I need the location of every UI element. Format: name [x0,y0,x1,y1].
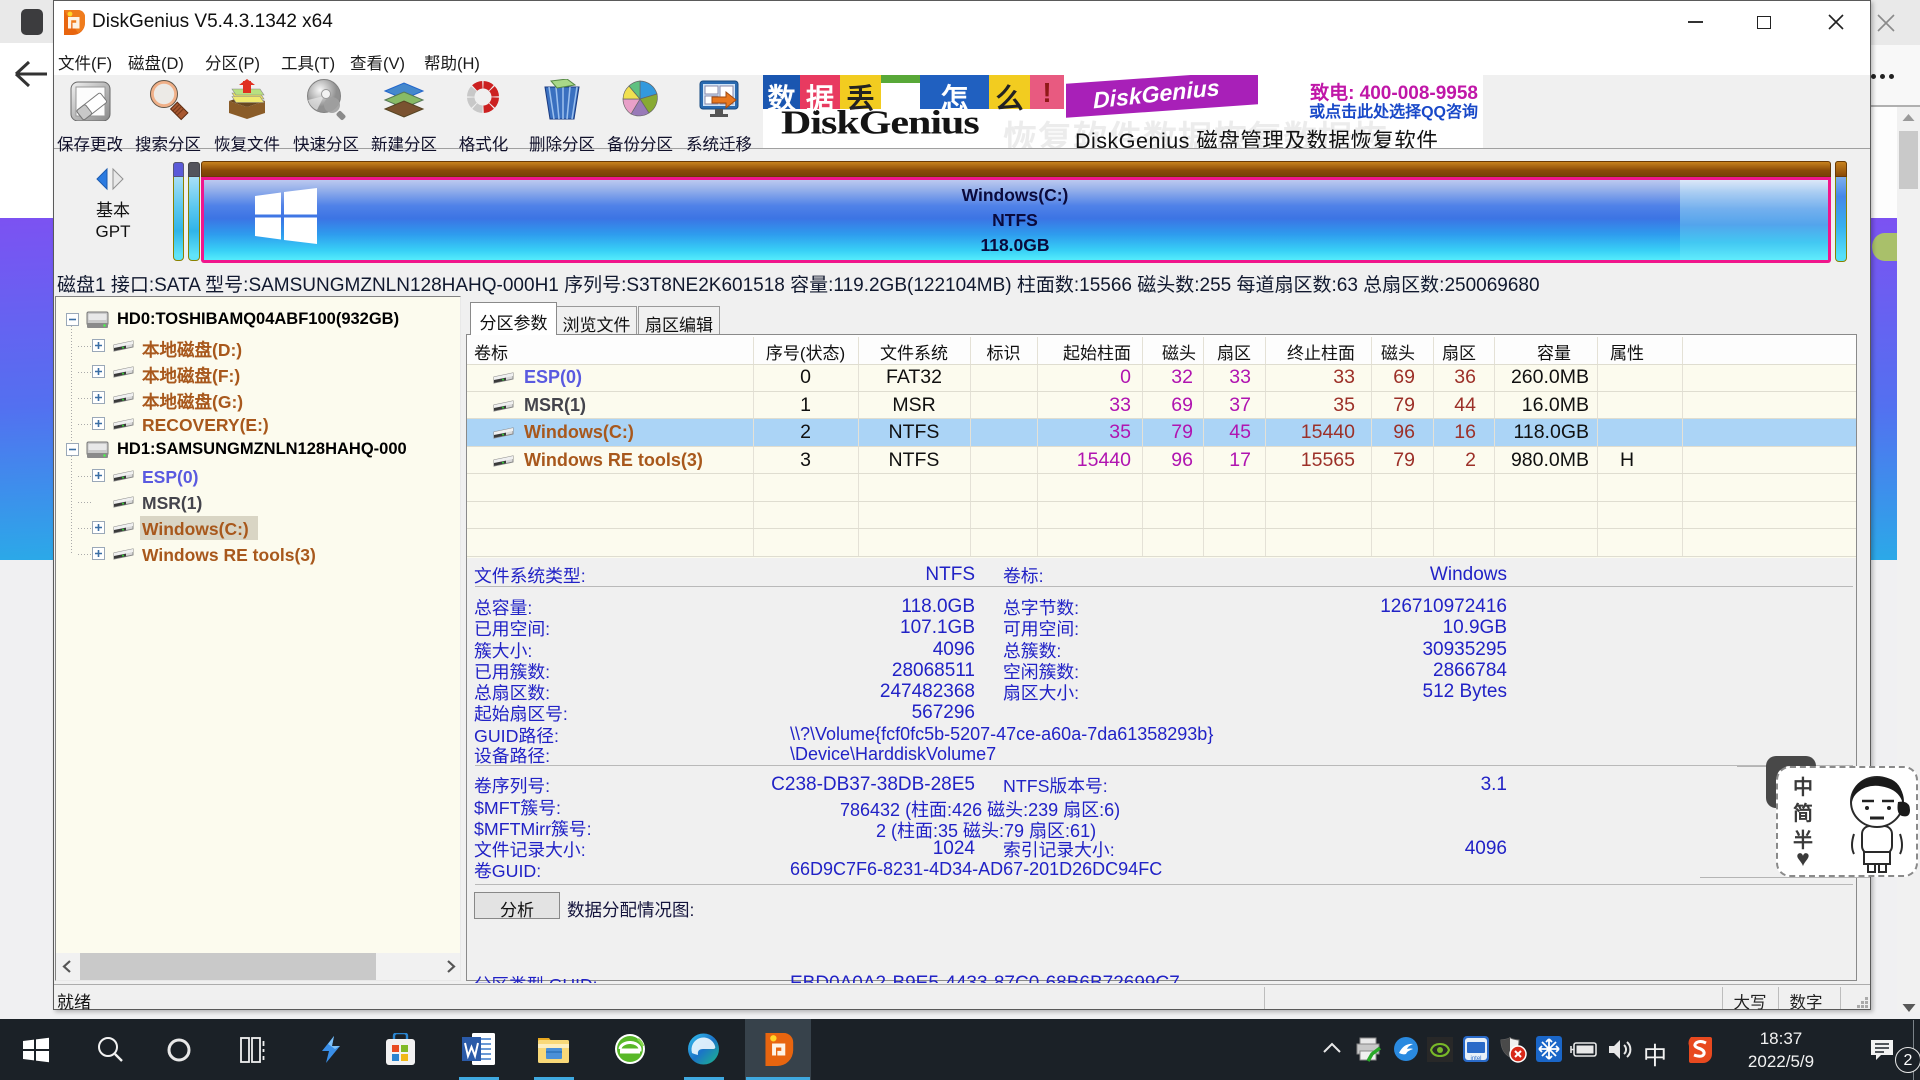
svg-text:intel: intel [1470,1056,1481,1062]
